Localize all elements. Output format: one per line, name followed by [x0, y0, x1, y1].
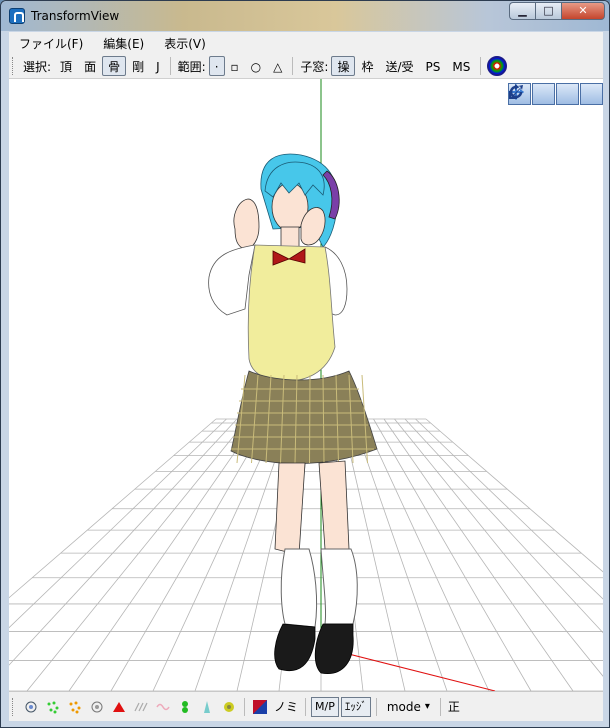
move-xy-icon[interactable]	[508, 83, 555, 105]
grid-line	[373, 418, 532, 691]
bottom-separator	[305, 697, 307, 716]
grid-line	[362, 418, 490, 691]
grid-line	[415, 418, 603, 600]
particles-green-icon[interactable]	[45, 699, 61, 715]
yellow-star-icon[interactable]	[221, 699, 237, 715]
range-label: 範囲:	[177, 59, 206, 74]
bottom-separator	[375, 697, 377, 716]
child-window-label: 子窓:	[300, 59, 329, 74]
rotate-axis-icon[interactable]	[509, 83, 579, 105]
bottom-separator	[244, 697, 245, 716]
grid-line	[9, 418, 227, 629]
neck	[280, 226, 300, 248]
edge-toggle-button[interactable]: ｴｯｼﾞ	[340, 696, 371, 717]
select-vertex-button[interactable]: 頂	[54, 56, 78, 76]
range-circle-button[interactable]: ○	[245, 56, 267, 76]
minimize-button[interactable]: ▁	[509, 2, 535, 20]
circle-dot-icon[interactable]	[89, 699, 105, 715]
right-shoe	[314, 623, 354, 675]
color-square-icon[interactable]	[252, 699, 268, 715]
select-joint-button[interactable]: J	[150, 56, 166, 76]
toolbar-separator	[480, 57, 482, 75]
red-triangle-icon[interactable]	[111, 699, 127, 715]
mp-toggle-button[interactable]: M/P	[311, 696, 339, 717]
mode-dropdown[interactable]: mode ▾	[381, 700, 436, 714]
left-sleeve	[208, 244, 256, 316]
correct-button[interactable]: 正	[445, 698, 463, 715]
window-controls: ▁ □ ✕	[509, 2, 605, 20]
vest	[247, 244, 336, 382]
right-leg-warmer	[320, 548, 358, 625]
left-leg-warmer	[280, 548, 318, 628]
select-face-button[interactable]: 面	[78, 56, 102, 76]
select-bone-button[interactable]: 骨	[102, 56, 127, 76]
grid-line	[26, 418, 248, 691]
grid-line	[352, 418, 448, 691]
green-shape-icon[interactable]	[177, 699, 193, 715]
toolbar-separator	[292, 57, 294, 75]
3d-viewport[interactable]	[9, 79, 603, 691]
left-shoe	[274, 623, 316, 671]
child-frame-button[interactable]: 枠	[355, 56, 379, 76]
menu-bar: ファイル(F) 編集(E) 表示(V)	[9, 32, 603, 54]
maximize-button[interactable]: □	[535, 2, 561, 20]
app-icon	[9, 8, 25, 24]
range-point-button[interactable]: ·	[208, 56, 225, 76]
refresh-icon[interactable]	[509, 83, 603, 105]
child-send-receive-button[interactable]: 送/受	[379, 56, 419, 76]
right-leg	[318, 460, 350, 550]
range-triangle-button[interactable]: △	[267, 56, 288, 76]
particles-orange-icon[interactable]	[67, 699, 83, 715]
grid-line	[9, 418, 217, 599]
range-rect-button[interactable]: ▫	[225, 56, 245, 76]
character-model[interactable]	[208, 153, 378, 675]
nomi-toggle[interactable]: ノミ	[271, 698, 301, 715]
bottom-toolbar: ノミ M/P ｴｯｼﾞ mode ▾ 正	[9, 691, 603, 721]
grid-line	[110, 418, 269, 691]
child-ms-button[interactable]: MS	[446, 56, 476, 76]
hatch-icon[interactable]	[133, 699, 149, 715]
child-ps-button[interactable]: PS	[420, 56, 447, 76]
window-title: TransformView	[31, 9, 120, 23]
teal-shape-icon[interactable]	[199, 699, 215, 715]
bottom-toolbar-grip[interactable]	[12, 697, 15, 716]
toolbar-grip[interactable]	[12, 57, 15, 75]
transform-view-window: TransformView ▁ □ ✕ ファイル(F) 編集(E) 表示(V) …	[0, 0, 610, 728]
toolbar: 選択: 頂 面 骨 剛 J 範囲: · ▫ ○ △ 子窓: 操 枠 送/受 PS…	[9, 54, 603, 79]
left-hand	[233, 198, 260, 250]
child-operate-button[interactable]: 操	[331, 56, 356, 76]
menu-edit[interactable]: 編集(E)	[93, 35, 154, 52]
menu-file[interactable]: ファイル(F)	[9, 35, 93, 52]
title-bar[interactable]: TransformView ▁ □ ✕	[1, 1, 609, 31]
globe-icon[interactable]	[487, 56, 508, 76]
plaid-line	[309, 374, 311, 464]
toolbar-separator	[169, 57, 171, 75]
select-rigid-button[interactable]: 剛	[126, 56, 150, 76]
grid-line	[68, 418, 259, 691]
menu-view[interactable]: 表示(V)	[154, 35, 216, 52]
scene-svg	[9, 79, 603, 691]
grid-line	[9, 418, 238, 666]
left-leg	[274, 462, 306, 556]
select-label: 選択:	[23, 59, 52, 74]
wave-icon[interactable]	[155, 699, 171, 715]
bottom-separator	[439, 697, 441, 716]
chevron-down-icon: ▾	[424, 701, 430, 712]
mode-label: mode	[386, 699, 421, 714]
view-nav-controls	[507, 83, 603, 105]
grid-line	[383, 418, 574, 691]
target-icon[interactable]	[23, 699, 39, 715]
grid-line	[404, 418, 603, 634]
close-button[interactable]: ✕	[561, 2, 605, 20]
